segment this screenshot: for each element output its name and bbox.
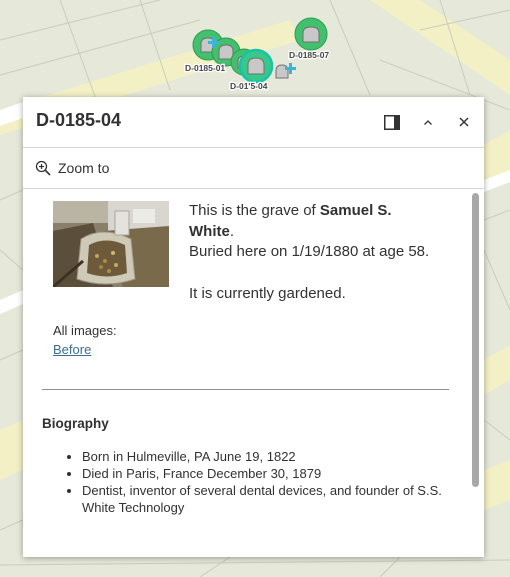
feature-description: This is the grave of Samuel S. White. Bu… — [189, 201, 439, 304]
scrollbar-thumb[interactable] — [472, 193, 479, 487]
section-divider — [42, 389, 449, 390]
grave-marker[interactable] — [294, 17, 328, 51]
feature-popup: D-0185-04 Zoom to All images: Before Thi… — [23, 97, 484, 557]
zoom-to-button[interactable]: Zoom to — [35, 158, 109, 178]
all-images-label: All images: — [53, 323, 117, 338]
zoom-to-label: Zoom to — [58, 160, 110, 176]
list-item: Dentist, inventor of several dental devi… — [82, 482, 452, 516]
marker-label: D-0185-07 — [289, 50, 329, 60]
popup-content[interactable]: All images: Before This is the grave of … — [23, 189, 484, 557]
dock-side-icon — [384, 114, 400, 130]
collapse-button[interactable] — [417, 111, 439, 133]
grave-intro: This is the grave of Samuel S. White. — [189, 202, 392, 240]
grave-marker-selected[interactable] — [238, 48, 274, 84]
zoom-in-icon — [35, 160, 51, 176]
marker-label: D-01'5-04 — [230, 81, 268, 91]
close-icon — [459, 117, 469, 127]
popup-actions-bar: Zoom to — [23, 148, 484, 189]
popup-title: D-0185-04 — [36, 110, 122, 130]
biography-list: Born in Hulmeville, PA June 19, 1822 Die… — [42, 448, 452, 516]
list-item: Born in Hulmeville, PA June 19, 1822 — [82, 448, 452, 465]
grave-status: It is currently gardened. — [189, 284, 346, 302]
grave-photo[interactable] — [53, 201, 169, 287]
biography-heading: Biography — [42, 416, 109, 431]
close-button[interactable] — [453, 111, 475, 133]
before-image-link[interactable]: Before — [53, 342, 91, 357]
scrollbar[interactable] — [471, 193, 480, 487]
burial-info: Buried here on 1/19/1880 at age 58. — [189, 243, 430, 260]
chevron-up-icon — [424, 119, 432, 125]
marker-label: D-0185-01 — [185, 63, 225, 73]
dock-button[interactable] — [381, 111, 403, 133]
map-road — [0, 420, 23, 480]
list-item: Died in Paris, France December 30, 1879 — [82, 465, 452, 482]
popup-header: D-0185-04 — [23, 97, 484, 148]
